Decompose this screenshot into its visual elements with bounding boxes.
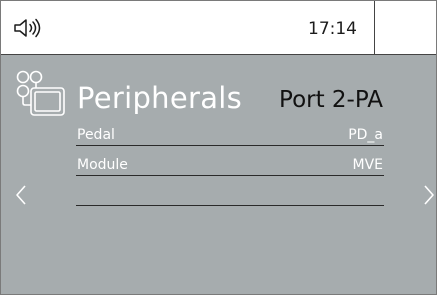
row-label: Module xyxy=(77,157,128,173)
device-screen: 17:14 Peripherals Port 2-PA Pedal PD_a M… xyxy=(0,0,437,295)
peripherals-panel: Peripherals Port 2-PA Pedal PD_a Module … xyxy=(1,55,436,294)
chevron-left-icon[interactable] xyxy=(13,184,29,206)
clock: 17:14 xyxy=(308,19,357,39)
row-label: Pedal xyxy=(77,127,115,143)
page-title: Peripherals xyxy=(77,81,243,115)
peripherals-icon xyxy=(16,70,65,116)
list-item-empty[interactable] xyxy=(76,183,384,206)
status-right-slot[interactable] xyxy=(375,1,436,55)
chevron-right-icon[interactable] xyxy=(421,184,437,206)
row-value: MVE xyxy=(352,157,383,173)
status-bar: 17:14 xyxy=(1,1,436,55)
row-value: PD_a xyxy=(348,127,383,143)
port-label: Port 2-PA xyxy=(279,87,383,113)
list-item-module[interactable]: Module MVE xyxy=(76,153,384,176)
speaker-icon[interactable] xyxy=(13,18,49,38)
list-item-pedal[interactable]: Pedal PD_a xyxy=(76,123,384,146)
